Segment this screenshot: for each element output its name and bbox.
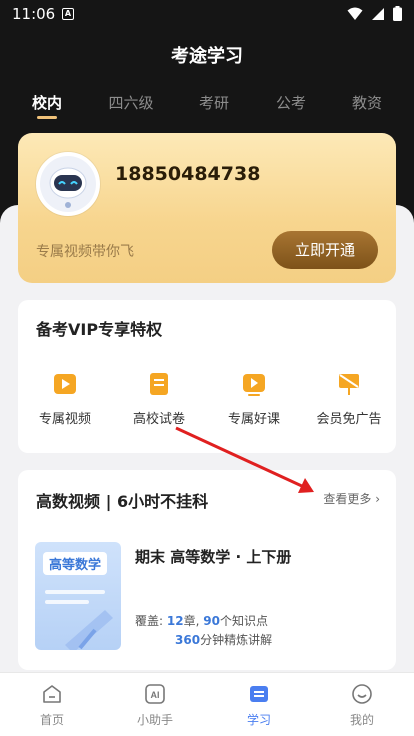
tab-label: 教资	[351, 94, 382, 112]
tab-school[interactable]: 校内	[17, 92, 77, 119]
cover-tag: 高等数学	[43, 552, 108, 575]
home-icon	[43, 685, 61, 703]
course-duration: 360分钟精炼讲解	[175, 631, 272, 648]
minutes-unit: 分钟精炼讲解	[200, 633, 273, 647]
privilege-exam-papers[interactable]: 高校试卷	[114, 370, 204, 427]
nav-home[interactable]: 首页	[17, 683, 87, 728]
nav-label: 我的	[349, 713, 374, 727]
tab-cet[interactable]: 四六级	[101, 92, 161, 113]
ruler-pencil-icon	[65, 610, 113, 650]
battery-icon	[393, 6, 402, 21]
nav-label: 首页	[39, 713, 64, 727]
course-name[interactable]: 期末 高等数学 · 上下册	[135, 546, 291, 567]
knowledge-point-unit: 个知识点	[219, 614, 268, 628]
privilege-label: 高校试卷	[132, 412, 185, 427]
category-tabs: 校内 四六级 考研 公考 教资	[0, 92, 414, 122]
vip-slogan: 专属视频带你飞	[36, 244, 134, 260]
study-icon	[250, 686, 268, 702]
status-bar: 11:06 A	[0, 0, 414, 28]
ai-assistant-icon: AI	[145, 684, 165, 704]
status-icons	[347, 6, 402, 21]
tab-postgraduate[interactable]: 考研	[184, 92, 244, 113]
coverage-prefix: 覆盖:	[135, 614, 164, 628]
chapter-count: 12	[166, 614, 184, 628]
course-cover[interactable]: 高等数学	[35, 542, 121, 650]
nav-label: 学习	[246, 713, 271, 727]
app-title: 考途学习	[171, 46, 243, 67]
tab-teacher-cert[interactable]: 教资	[337, 92, 397, 113]
wifi-icon	[347, 7, 363, 20]
status-time: 11:06	[12, 5, 56, 23]
knowledge-point-count: 90	[203, 614, 220, 628]
no-ads-icon	[339, 374, 359, 395]
privilege-label: 专属视频	[38, 412, 91, 427]
nav-label: 小助手	[136, 713, 173, 727]
user-phone-number: 18850484738	[115, 163, 261, 185]
video-icon	[54, 374, 76, 394]
see-more-link[interactable]: 查看更多 ›	[323, 490, 380, 507]
tab-label: 四六级	[108, 94, 154, 112]
bottom-navigation: 首页 AI 小助手 学习 我的	[0, 672, 414, 736]
tab-label: 公考	[275, 94, 306, 112]
course-section-title: 高数视频 | 6小时不挂科	[36, 492, 209, 511]
tab-active-indicator	[37, 116, 57, 119]
privilege-label: 专属好课	[227, 412, 280, 427]
vip-privileges-card: 备考VIP专享特权 专属视频 高校试卷 专属好课 会员免广告	[18, 300, 396, 453]
tab-label: 校内	[31, 94, 62, 112]
tab-label: 考研	[198, 94, 229, 112]
vip-card: 18850484738 专属视频带你飞 立即开通	[18, 133, 396, 283]
tab-civil-service[interactable]: 公考	[261, 92, 321, 113]
privilege-exclusive-course[interactable]: 专属好课	[209, 370, 299, 427]
privileges-title: 备考VIP专享特权	[36, 320, 163, 339]
svg-text:AI: AI	[151, 690, 160, 700]
open-vip-button[interactable]: 立即开通	[272, 231, 378, 269]
app-notification-icon: A	[62, 8, 74, 20]
robot-avatar-icon	[40, 156, 96, 212]
profile-smile-icon	[352, 684, 372, 704]
course-section-card: 高数视频 | 6小时不挂科 查看更多 › 高等数学 期末 高等数学 · 上下册 …	[18, 470, 396, 670]
signal-icon	[372, 7, 384, 20]
privilege-label: 会员免广告	[316, 412, 382, 427]
course-coverage: 覆盖: 12章, 90个知识点	[135, 612, 268, 629]
privilege-exclusive-video[interactable]: 专属视频	[20, 370, 110, 427]
privilege-no-ads[interactable]: 会员免广告	[304, 370, 394, 427]
avatar[interactable]	[36, 152, 100, 216]
exam-paper-icon	[150, 373, 168, 395]
nav-assistant[interactable]: AI 小助手	[120, 683, 190, 728]
nav-profile[interactable]: 我的	[327, 683, 397, 728]
nav-study[interactable]: 学习	[224, 683, 294, 728]
course-play-icon	[243, 374, 265, 396]
chapter-unit: 章,	[183, 614, 200, 628]
minutes-count: 360	[175, 633, 201, 647]
